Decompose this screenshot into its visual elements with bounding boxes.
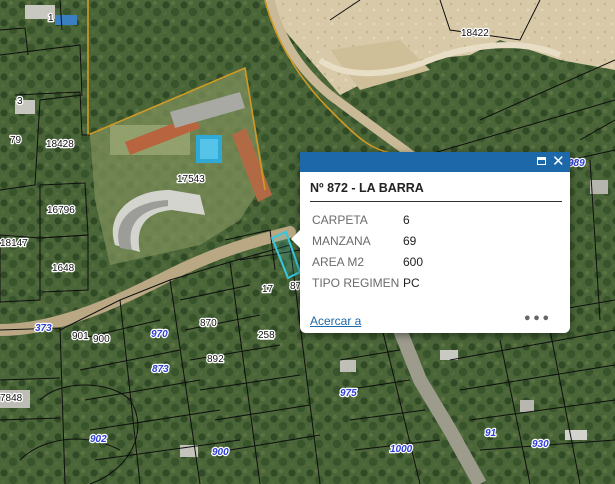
block-label: 1000	[390, 444, 413, 455]
block-label: 975	[340, 388, 357, 399]
popup-header: ✕	[300, 152, 570, 172]
attribute-label: TIPO REGIMEN	[312, 275, 400, 290]
parcel-label: 870	[200, 318, 217, 329]
attribute-table: CARPETA 6 MANZANA 69 AREA M2 600 TIPO RE…	[312, 209, 552, 293]
attribute-label: MANZANA	[312, 233, 371, 248]
block-label: 989	[568, 158, 585, 169]
parcel-label: 258	[258, 330, 275, 341]
attribute-value: PC	[403, 275, 420, 290]
popup-title: Nº 872 - LA BARRA	[310, 181, 562, 202]
parcel-label: 17543	[177, 174, 205, 185]
parcel-label: 901	[72, 331, 89, 342]
attribute-value: 600	[403, 254, 424, 269]
attribute-label: CARPETA	[312, 212, 368, 227]
parcel-label: 18428	[46, 139, 74, 150]
parcel-label: 16796	[47, 205, 75, 216]
block-label: 900	[212, 447, 229, 458]
attribute-row: CARPETA 6	[312, 209, 552, 230]
close-icon[interactable]: ✕	[551, 153, 567, 170]
block-label: 970	[151, 329, 168, 340]
parcel-label: 3	[17, 96, 23, 107]
parcel-label: 17	[262, 284, 274, 295]
parcel-info-popup: ✕ Nº 872 - LA BARRA CARPETA 6 MANZANA 69…	[291, 152, 570, 333]
attribute-label: AREA M2	[312, 254, 365, 269]
parcel-label: 1648	[52, 263, 75, 274]
block-label: 930	[532, 439, 549, 450]
parcel-label: 900	[93, 334, 110, 345]
block-label: 902	[90, 434, 107, 445]
parcel-label: 79	[10, 135, 22, 146]
attribute-row: MANZANA 69	[312, 230, 552, 251]
block-label: 91	[485, 428, 497, 439]
ellipsis-icon[interactable]: •••	[523, 312, 551, 327]
parcel-label: 892	[207, 354, 224, 365]
attribute-value: 6	[403, 212, 410, 227]
block-label: 873	[152, 364, 169, 375]
attribute-row: TIPO REGIMEN PC	[312, 272, 552, 293]
parcel-label: 7848	[0, 393, 23, 404]
parcel-label: 18422	[461, 28, 489, 39]
parcel-label: 18147	[0, 238, 28, 249]
zoom-to-link[interactable]: Acercar a	[310, 314, 361, 328]
popup-pointer	[291, 230, 300, 248]
maximize-icon[interactable]	[534, 154, 550, 170]
attribute-value: 69	[403, 233, 417, 248]
parcel-label: 1	[48, 13, 54, 24]
block-label: 373	[35, 323, 52, 334]
attribute-row: AREA M2 600	[312, 251, 552, 272]
